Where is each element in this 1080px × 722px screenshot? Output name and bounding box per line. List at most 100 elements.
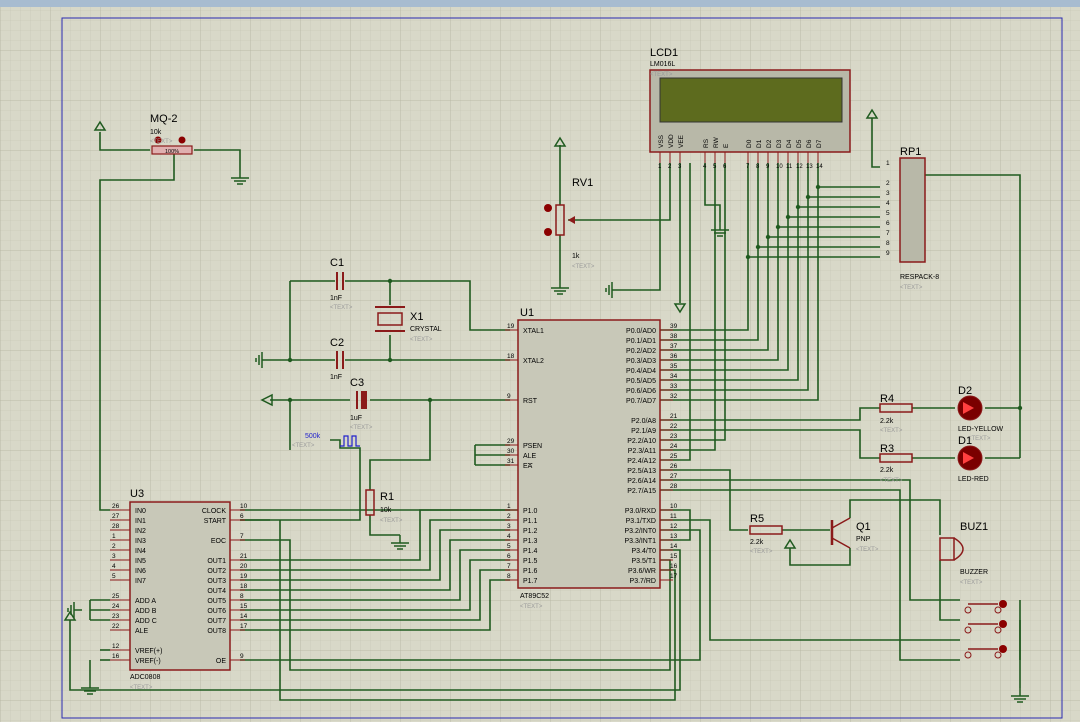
c1-value: 1nF [330,295,342,302]
u1-pin-number: 32 [670,393,678,400]
u3-pin-label: IN3 [135,538,146,545]
u1-pin-label: P2.2/A10 [627,438,656,445]
lcd-pin-number: 12 [796,164,803,170]
u1-pin-number: 16 [670,563,678,570]
r5-text-tag: <TEXT> [750,549,773,555]
top-bar [0,0,1080,7]
u3-pin-number: 22 [112,623,120,630]
lcd-screen [659,77,843,123]
u3-pin-label: ALE [135,628,149,635]
u1-pin-label: P3.5/T1 [631,558,656,565]
u3-pin-label: OUT3 [207,578,226,585]
mq2-value: 10k [150,129,162,136]
junction-dot [287,397,293,403]
switch-button[interactable] [999,645,1007,653]
u1-pin-number: 35 [670,363,678,370]
u3-pin-number: 28 [112,523,120,530]
switch-button[interactable] [999,620,1007,628]
u1-pin-number: 19 [507,323,515,330]
u3-pin-label: IN4 [135,548,146,555]
u3-pin-number: 25 [112,593,120,600]
d2-ref: D2 [958,385,972,397]
u1-pin-number: 33 [670,383,678,390]
c2-ref: C2 [330,337,344,349]
u3-pin-number: 3 [112,553,116,560]
lcd-pin-label: RS [703,138,710,148]
q1-ref: Q1 [856,521,871,533]
u1-pin-label: P0.5/AD5 [626,378,656,385]
u1-pin-number: 17 [670,573,678,580]
u1-pin-label: P3.3/INT1 [624,538,656,545]
u3-pin-number: 7 [240,533,244,540]
rv1-terminal[interactable] [544,228,552,236]
u1-pin-number: 18 [507,353,515,360]
u1-pin-label: P0.3/AD3 [626,358,656,365]
u3-pin-number: 27 [112,513,120,520]
lcd-pin-label: D4 [786,139,793,148]
u3-pin-number: 20 [240,563,248,570]
junction-dot [785,214,791,220]
u1-pin-number: 34 [670,373,678,380]
c2-value: 1nF [330,374,342,381]
r5-value: 2.2k [750,539,764,546]
u1-pin-number: 37 [670,343,678,350]
rp1-pin-number: 9 [886,250,890,257]
r3-text-tag: <TEXT> [880,478,903,484]
u1-pin-label: P2.4/A12 [627,458,656,465]
u1-pin-label: P2.1/A9 [631,428,656,435]
u3-text-tag: <TEXT> [130,685,153,691]
rp1-text-tag: <TEXT> [900,285,923,291]
buz1-ref: BUZ1 [960,521,988,533]
r4-text-tag: <TEXT> [880,428,903,434]
u1-pin-number: 38 [670,333,678,340]
u3-pin-label: OUT1 [207,558,226,565]
q1-text-tag: <TEXT> [856,547,879,553]
u1-pin-number: 2 [507,513,511,520]
u1-pin-label: PSEN [523,443,542,450]
r1-ref: R1 [380,491,394,503]
q1-model: PNP [856,536,871,543]
lcd-pin-label: E [723,143,730,148]
schematic-canvas[interactable]: LCD1 LM016L <TEXT> VSS 1 VDD 2 VEE 3 RS 4 RW 5 E 6 D0 7 D… [0,0,1080,722]
c3-text-tag: <TEXT> [350,425,373,431]
rp1-pin-number: 2 [886,180,890,187]
buz1-model: BUZZER [960,569,988,576]
u3-pin-number: 5 [112,573,116,580]
rv1-terminal[interactable] [544,204,552,212]
lcd-pin-label: D6 [806,139,813,148]
u3-pin-label: VREF(-) [135,658,161,665]
u1-pin-label: P1.5 [523,558,538,565]
u3-pin-label: IN1 [135,518,146,525]
lcd-pin-label: VDD [668,134,675,148]
u3-pin-label: IN5 [135,558,146,565]
mq2-percent: 100% [165,149,179,155]
u1-pin-label: P2.5/A13 [627,468,656,475]
switch-button[interactable] [999,600,1007,608]
u1-pin-label: XTAL2 [523,358,544,365]
u1-pin-label: P0.1/AD1 [626,338,656,345]
mq2-terminal[interactable] [178,136,186,144]
junction-dot [765,234,771,240]
clock-value: 500k [305,433,321,440]
buz1-text-tag: <TEXT> [960,580,983,586]
u3-pin-number: 6 [240,513,244,520]
u3-pin-number: 24 [112,603,120,610]
rp1-pin-number: 4 [886,200,890,207]
u1-model: AT89C52 [520,593,549,600]
u1-pin-label: P1.3 [523,538,538,545]
junction-dot [427,397,433,403]
lcd-pin-label: D0 [746,139,753,148]
u3-pin-label: IN2 [135,528,146,535]
u1-pin-number: 7 [507,563,511,570]
u1-pin-number: 1 [507,503,511,510]
u3-pin-label: ADD A [135,598,156,605]
lcd-pin-number: 10 [776,164,783,170]
u1-pin-label: EA [523,463,533,470]
rp1-pin-number: 6 [886,220,890,227]
u1-pin-label: P3.4/T0 [631,548,656,555]
u3-pin-number: 18 [240,583,248,590]
rp1-ref: RP1 [900,146,921,158]
u1-pin-number: 29 [507,438,515,445]
u1-pin-label: P1.7 [523,578,538,585]
u3-pin-number: 23 [112,613,120,620]
